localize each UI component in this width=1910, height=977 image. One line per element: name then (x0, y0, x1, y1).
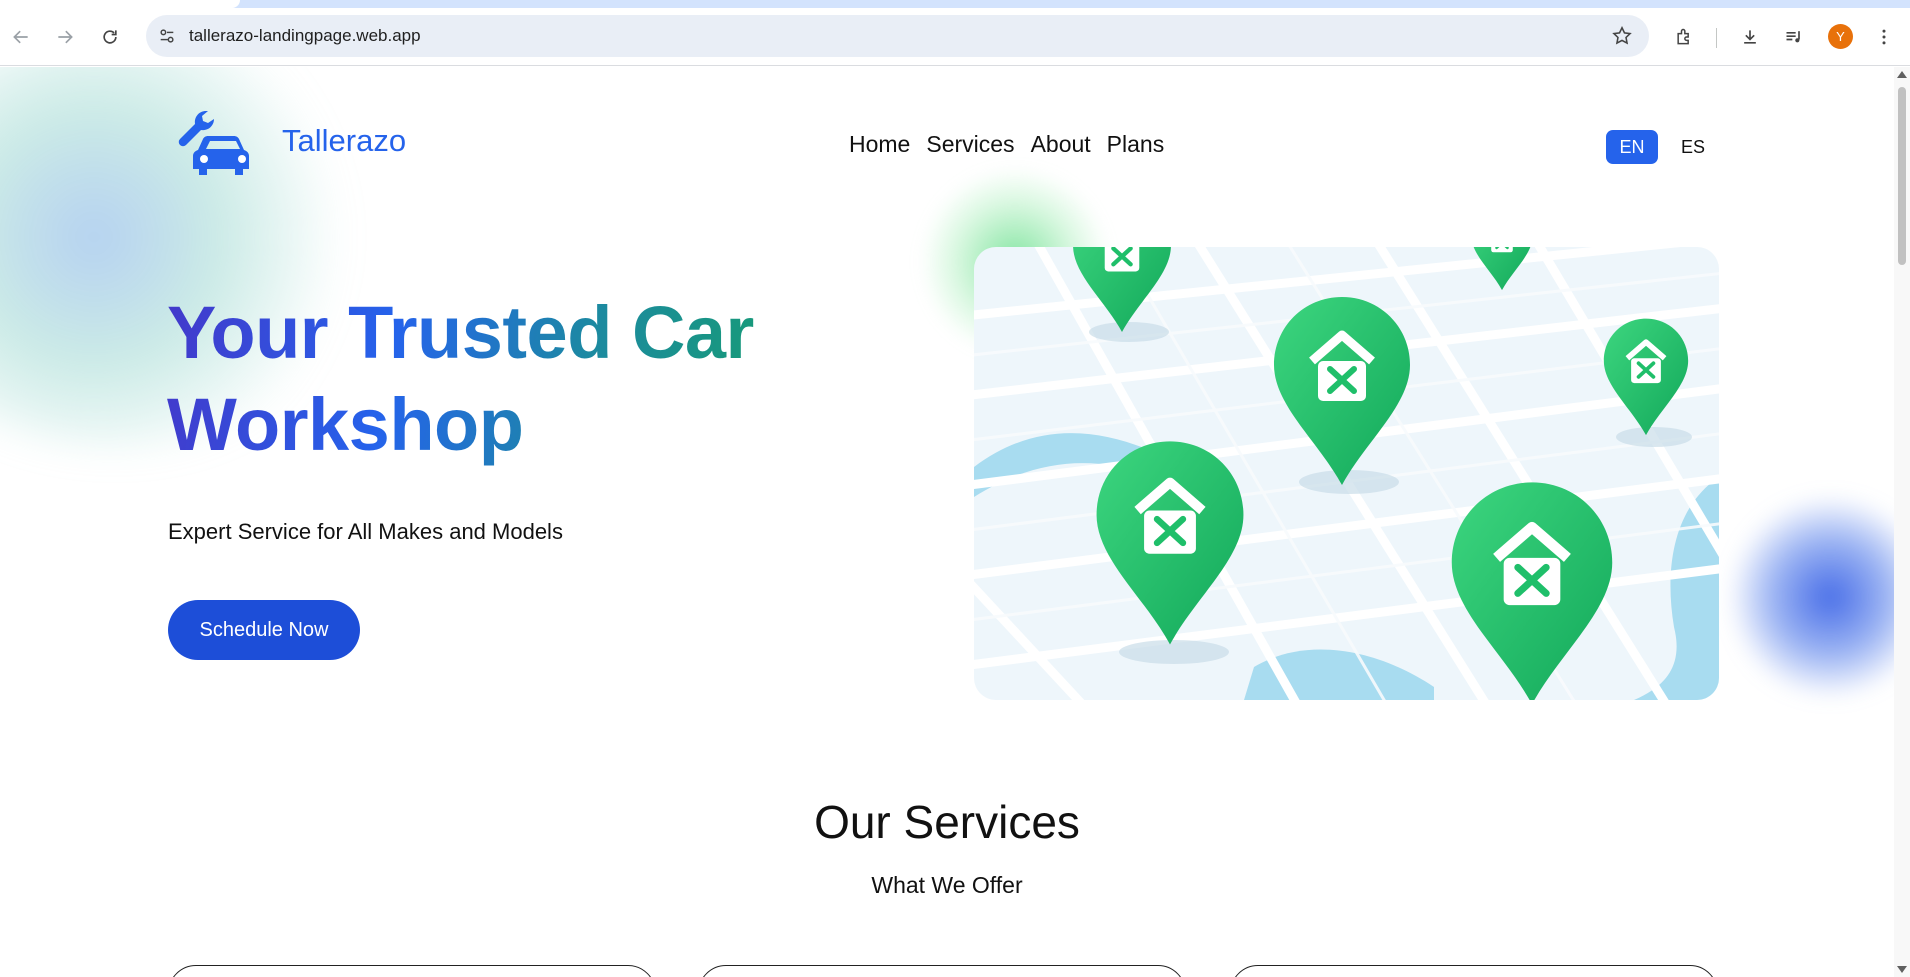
scroll-up-arrow-icon[interactable] (1897, 71, 1907, 78)
address-bar[interactable]: tallerazo-landingpage.web.app (146, 15, 1649, 57)
forward-arrow-icon[interactable] (53, 25, 77, 49)
tab-strip (0, 0, 1910, 8)
brand-name[interactable]: Tallerazo (282, 123, 406, 159)
services-title: Our Services (814, 796, 1080, 848)
url-text[interactable]: tallerazo-landingpage.web.app (189, 26, 421, 46)
page-viewport: Tallerazo Home Services About Plans EN E… (0, 67, 1894, 977)
scroll-down-arrow-icon[interactable] (1897, 966, 1907, 973)
extensions-icon[interactable] (1672, 25, 1696, 49)
schedule-now-button[interactable]: Schedule Now (168, 600, 360, 660)
language-en-button[interactable]: EN (1606, 130, 1658, 164)
page-scrollbar[interactable] (1894, 67, 1910, 977)
download-icon[interactable] (1738, 25, 1762, 49)
profile-avatar[interactable]: Y (1828, 24, 1853, 49)
media-control-icon[interactable] (1782, 25, 1806, 49)
hero-title-line1: Your Trusted Car (167, 291, 754, 374)
hero-title: Your Trusted Car Workshop (167, 287, 807, 471)
services-subtitle: What We Offer (871, 872, 1023, 898)
back-arrow-icon[interactable] (9, 25, 33, 49)
hero-title-line2: Workshop (167, 383, 524, 466)
hero-map-illustration (974, 247, 1719, 700)
toolbar-divider (1716, 28, 1717, 48)
decorative-blue-glow (1730, 497, 1894, 697)
reload-icon[interactable] (98, 25, 122, 49)
service-card[interactable] (698, 965, 1186, 977)
nav-item-services[interactable]: Services (926, 131, 1014, 158)
site-info-icon[interactable] (154, 23, 180, 49)
browser-toolbar: tallerazo-landingpage.web.app Y (0, 8, 1910, 66)
nav-item-plans[interactable]: Plans (1107, 131, 1165, 158)
hero-subtitle: Expert Service for All Makes and Models (168, 519, 563, 544)
menu-icon[interactable] (1872, 25, 1896, 49)
wrench-car-logo-icon[interactable] (176, 108, 254, 180)
nav-item-about[interactable]: About (1031, 131, 1091, 158)
active-tab[interactable] (0, 0, 240, 8)
service-card[interactable] (1230, 965, 1718, 977)
star-icon[interactable] (1611, 25, 1633, 47)
service-card[interactable] (168, 965, 656, 977)
main-nav: Home Services About Plans (849, 131, 1164, 158)
language-es-button[interactable]: ES (1670, 130, 1716, 164)
scrollbar-thumb[interactable] (1898, 87, 1906, 265)
nav-item-home[interactable]: Home (849, 131, 910, 158)
